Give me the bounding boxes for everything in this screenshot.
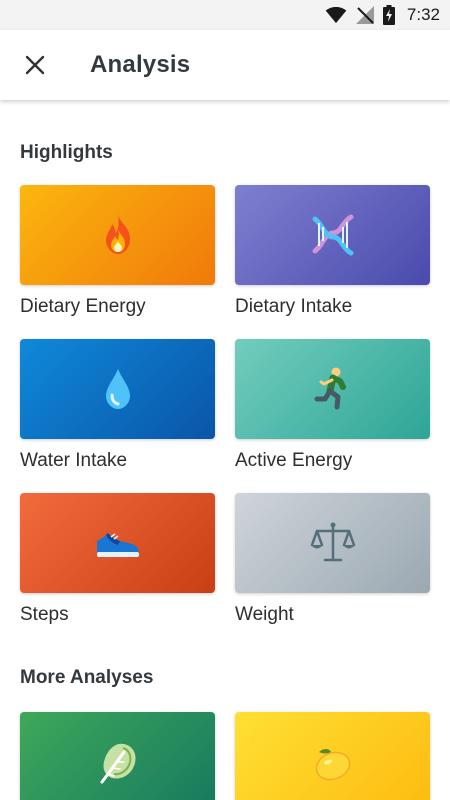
tile-active-energy[interactable]: Active Energy <box>235 339 430 472</box>
tile-card[interactable] <box>235 339 430 439</box>
tile-label: Steps <box>20 604 69 625</box>
leafy-green-icon <box>100 743 136 784</box>
highlights-heading: Highlights <box>20 142 113 163</box>
close-button[interactable] <box>0 30 70 100</box>
sneaker-icon <box>96 533 139 557</box>
fire-icon <box>105 215 130 254</box>
page-title: Analysis <box>90 51 191 78</box>
no-signal-icon <box>355 6 374 24</box>
tile-more-fruit[interactable] <box>235 712 430 800</box>
tile-card[interactable] <box>20 712 215 800</box>
status-bar: 7:32 <box>0 0 450 30</box>
tile-label: Active Energy <box>235 450 353 471</box>
tile-card[interactable] <box>20 339 215 439</box>
tile-dietary-intake[interactable]: Dietary Intake <box>235 185 430 318</box>
status-time: 7:32 <box>406 5 440 24</box>
more-analyses-heading: More Analyses <box>20 667 154 688</box>
tile-weight[interactable]: Weight <box>235 493 430 626</box>
tile-water-intake[interactable]: Water Intake <box>20 339 215 472</box>
app-bar: Analysis <box>0 30 450 100</box>
tile-card[interactable] <box>235 493 430 593</box>
scales-icon <box>310 522 355 562</box>
tile-card[interactable] <box>235 185 430 285</box>
tile-dietary-energy[interactable]: Dietary Energy <box>20 185 215 318</box>
tile-card[interactable] <box>20 493 215 593</box>
tile-steps[interactable]: Steps <box>20 493 215 626</box>
lemon-icon <box>315 749 350 781</box>
tile-label: Weight <box>235 604 294 625</box>
tile-more-vegetables[interactable] <box>20 712 215 800</box>
runner-icon <box>314 367 346 410</box>
water-drop-icon <box>105 369 130 409</box>
dna-icon <box>312 214 353 256</box>
close-icon <box>25 55 45 75</box>
tile-label: Dietary Energy <box>20 296 146 317</box>
tile-label: Water Intake <box>20 450 128 471</box>
wifi-icon <box>325 6 347 24</box>
analysis-content[interactable]: Highlights Dietary Energy Dietary Intake… <box>0 100 450 800</box>
tile-card[interactable] <box>20 185 215 285</box>
tile-card[interactable] <box>235 712 430 800</box>
battery-charging-icon <box>382 5 395 25</box>
tile-label: Dietary Intake <box>235 296 353 317</box>
